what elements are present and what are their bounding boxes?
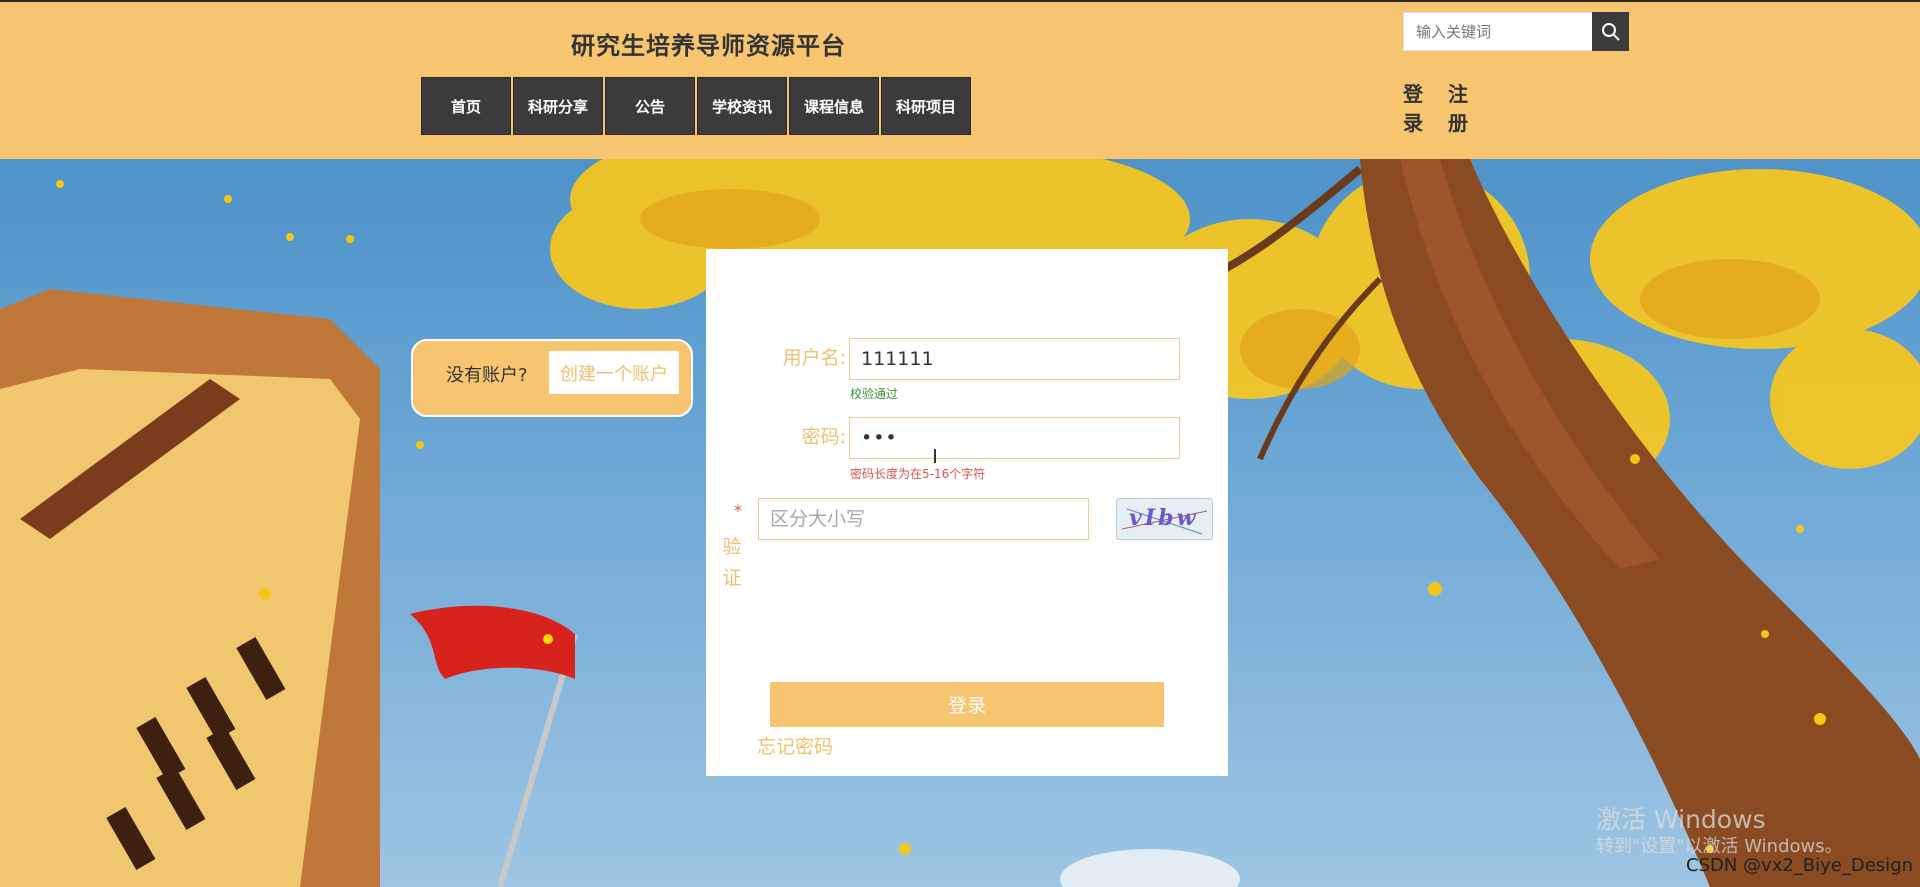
register-link[interactable]: 注册 — [1446, 80, 1470, 138]
nav-item-home[interactable]: 首页 — [421, 77, 511, 135]
password-error-message: 密码长度为在5-16个字符 — [850, 467, 986, 481]
username-field[interactable] — [849, 338, 1180, 380]
text-cursor — [934, 449, 936, 463]
main-nav: 首页 科研分享 公告 学校资讯 课程信息 科研项目 — [421, 77, 973, 135]
nav-item-announcement[interactable]: 公告 — [605, 77, 695, 135]
captcha-label-1: 验 — [722, 536, 742, 558]
create-account-button[interactable]: 创建一个账户 — [549, 351, 679, 394]
login-link[interactable]: 登录 — [1401, 80, 1425, 138]
search-button[interactable] — [1592, 12, 1629, 51]
captcha-label-2: 证 — [722, 567, 742, 589]
csdn-credit: CSDN @vx2_Biye_Design — [1686, 855, 1914, 876]
username-valid-message: 校验通过 — [850, 387, 899, 401]
login-card: 用户名: 校验通过 密码: 密码长度为在5-16个字符 * 验 证 vIbw 登… — [706, 249, 1228, 776]
username-label: 用户名: — [782, 347, 846, 369]
required-mark: * — [734, 501, 742, 520]
nav-item-course-info[interactable]: 课程信息 — [789, 77, 879, 135]
nav-item-research-share[interactable]: 科研分享 — [513, 77, 603, 135]
no-account-text: 没有账户? — [446, 365, 528, 386]
search-icon — [1601, 22, 1620, 41]
nav-item-research-project[interactable]: 科研项目 — [881, 77, 971, 135]
forgot-password-link[interactable]: 忘记密码 — [757, 732, 833, 759]
password-field[interactable] — [849, 417, 1180, 459]
search-input[interactable] — [1403, 12, 1593, 51]
site-header: 研究生培养导师资源平台 首页 科研分享 公告 学校资讯 课程信息 科研项目 登录… — [0, 0, 1920, 159]
password-label: 密码: — [801, 426, 846, 448]
captcha-image[interactable]: vIbw — [1116, 498, 1213, 540]
site-title: 研究生培养导师资源平台 — [571, 32, 846, 60]
nav-item-school-news[interactable]: 学校资讯 — [697, 77, 787, 135]
captcha-field[interactable] — [758, 498, 1089, 540]
login-button[interactable]: 登录 — [770, 682, 1164, 727]
no-account-panel: 没有账户? 创建一个账户 — [411, 339, 693, 417]
activate-windows-title: 激活 Windows — [1596, 805, 1766, 834]
captcha-text: vIbw — [1129, 505, 1199, 531]
